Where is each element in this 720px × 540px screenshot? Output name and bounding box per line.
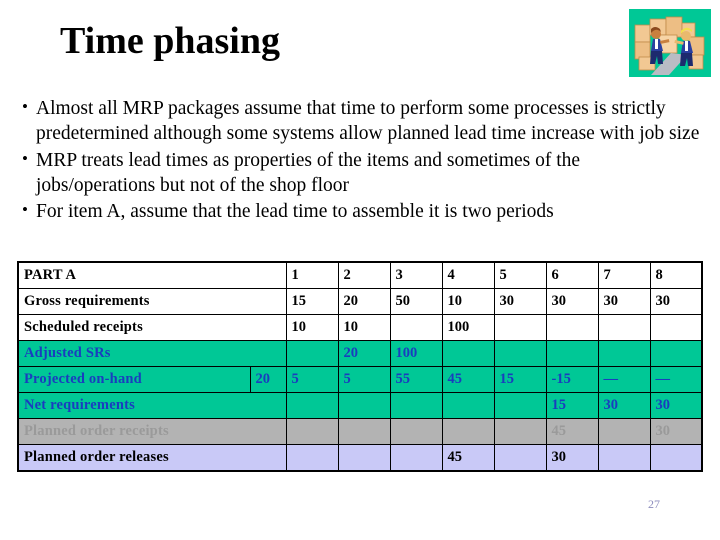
cell-p5 [493,444,547,472]
cell-p1 [285,418,339,445]
row-label: Planned order receipts [17,418,287,445]
cell-p1 [285,392,339,419]
cell-p6: 45 [545,418,599,445]
table-row-projected-on-hand: Projected on-hand 20 5 5 55 45 15 -15 — … [17,366,703,393]
header-period-1: 1 [285,261,339,289]
row-label: Planned order releases [17,444,287,472]
cell-p5: 15 [493,366,547,393]
cell-p4 [441,418,495,445]
table-header-row: PART A 1 2 3 4 5 6 7 8 [17,261,703,289]
cell-p1: 10 [285,314,339,341]
cell-p3: 50 [389,288,443,315]
cell-initial-on-hand: 20 [249,366,287,393]
cell-p5 [493,340,547,367]
header-period-7: 7 [597,261,651,289]
cell-p2 [337,418,391,445]
header-period-4: 4 [441,261,495,289]
cell-p1: 5 [285,366,339,393]
cell-p7 [597,444,651,472]
bullet-text-3: For item A, assume that the lead time to… [36,201,554,223]
table-row: Planned order releases 45 30 [17,444,703,472]
cell-p2 [337,444,391,472]
header-period-5: 5 [493,261,547,289]
row-label: Gross requirements [17,288,287,315]
cell-p2: 20 [337,340,391,367]
bullet-text-1: Almost all MRP packages assume that time… [36,98,700,145]
header-period-2: 2 [337,261,391,289]
mrp-time-phasing-table: PART A 1 2 3 4 5 6 7 8 Gross requirement… [17,261,703,472]
cell-p6 [545,314,599,341]
cell-p6: 30 [545,288,599,315]
bullet-marker-icon: • [22,200,28,220]
row-label: Projected on-hand [17,366,251,393]
bullet-item-1: • Almost all MRP packages assume that ti… [14,96,704,147]
bullet-marker-icon: • [22,148,28,168]
cell-p6: 30 [545,444,599,472]
row-label: Net requirements [17,392,287,419]
cell-p7 [597,314,651,341]
cell-p8: — [649,366,703,393]
cell-p8 [649,444,703,472]
cell-p5: 30 [493,288,547,315]
cell-p8 [649,340,703,367]
cell-p4: 100 [441,314,495,341]
table-row: Net requirements 15 30 30 [17,392,703,419]
header-period-6: 6 [545,261,599,289]
table-row: Scheduled receipts 10 10 100 [17,314,703,341]
table-row: Planned order receipts 45 30 [17,418,703,445]
cell-p3 [389,314,443,341]
cell-p4 [441,392,495,419]
bullet-text-2: MRP treats lead times as properties of t… [36,149,581,197]
cell-p3 [389,444,443,472]
cell-p6 [545,340,599,367]
bullet-marker-icon: • [22,97,28,116]
cell-p5 [493,392,547,419]
cell-p7 [597,340,651,367]
cell-p8: 30 [649,288,703,315]
cell-p3 [389,392,443,419]
page-number: 27 [648,497,660,511]
mrp-table-body: PART A 1 2 3 4 5 6 7 8 Gross requirement… [17,261,703,472]
row-label: Adjusted SRs [17,340,287,367]
cell-p1 [285,340,339,367]
header-part-label: PART A [17,261,287,289]
cell-p2: 20 [337,288,391,315]
cell-p3 [389,418,443,445]
table-row: Gross requirements 15 20 50 10 30 30 30 … [17,288,703,315]
cell-p5 [493,418,547,445]
cell-p7 [597,418,651,445]
header-period-3: 3 [389,261,443,289]
warehouse-workers-boxes-clipart [628,8,712,78]
cell-p6: 15 [545,392,599,419]
cell-p3: 100 [389,340,443,367]
bullet-item-3: • For item A, assume that the lead time … [14,199,704,224]
cell-p2 [337,392,391,419]
table-row: Adjusted SRs 20 100 [17,340,703,367]
cell-p8: 30 [649,392,703,419]
cell-p4: 45 [441,444,495,472]
cell-p4 [441,340,495,367]
cell-p5 [493,314,547,341]
cell-p7: 30 [597,288,651,315]
cell-p8 [649,314,703,341]
cell-p8: 30 [649,418,703,445]
cell-p1: 15 [285,288,339,315]
page-title: Time phasing [60,20,280,62]
cell-p4: 10 [441,288,495,315]
header-period-8: 8 [649,261,703,289]
cell-p7: 30 [597,392,651,419]
bullet-list: • Almost all MRP packages assume that ti… [14,96,704,226]
cell-p6: -15 [545,366,599,393]
row-label: Scheduled receipts [17,314,287,341]
cell-p2: 10 [337,314,391,341]
bullet-item-2: • MRP treats lead times as properties of… [14,148,704,199]
cell-p1 [285,444,339,472]
cell-p7: — [597,366,651,393]
cell-p3: 55 [389,366,443,393]
cell-p4: 45 [441,366,495,393]
cell-p2: 5 [337,366,391,393]
